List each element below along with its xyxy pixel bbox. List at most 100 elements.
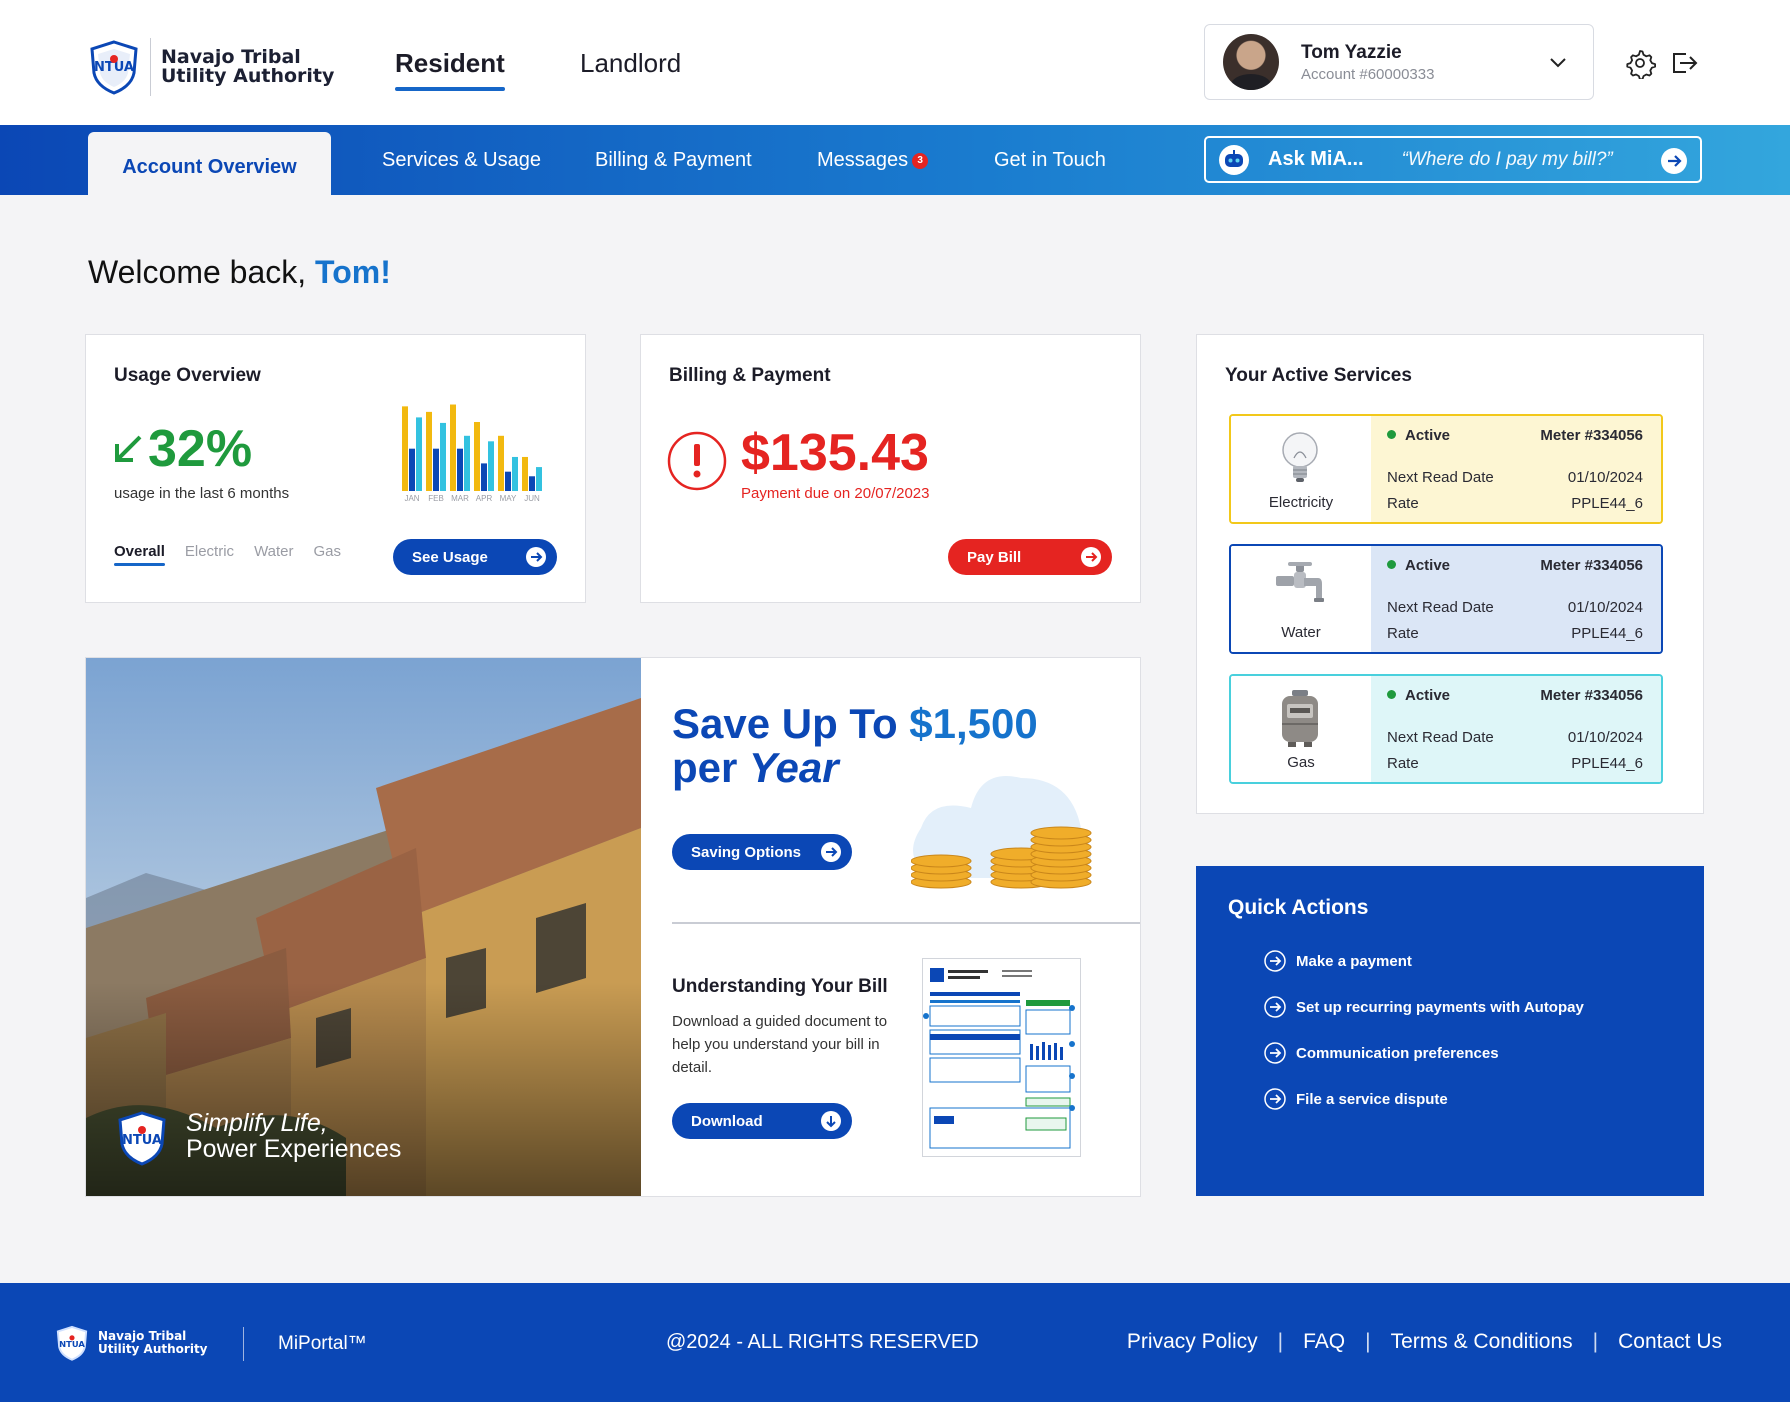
tab-account-overview[interactable]: Account Overview: [88, 132, 331, 195]
filter-overall[interactable]: Overall: [114, 543, 165, 566]
brand-name: Navajo Tribal Utility Authority: [161, 46, 335, 87]
tab-billing-payment[interactable]: Billing & Payment: [595, 149, 752, 172]
amount-due: $135.43: [741, 424, 929, 482]
understanding-bill-title: Understanding Your Bill: [672, 976, 888, 997]
arrow-down-icon: [821, 1111, 841, 1131]
link-faq[interactable]: FAQ: [1303, 1330, 1345, 1354]
usage-bar-apr-1: [481, 463, 487, 491]
tab-services-usage[interactable]: Services & Usage: [382, 149, 541, 172]
meter-number: Meter #334056: [1540, 687, 1643, 704]
usage-bar-jan-0: [402, 406, 408, 491]
ask-mia-placeholder[interactable]: “Where do I pay my bill?”: [1402, 149, 1613, 171]
usage-filter-tabs: Overall Electric Water Gas: [114, 543, 342, 566]
arrow-right-icon: [1081, 547, 1101, 567]
logout-icon[interactable]: [1668, 47, 1700, 79]
service-water[interactable]: Water Active Meter #334056 Next Read Dat…: [1229, 544, 1663, 654]
read-date-value: 01/10/2024: [1567, 469, 1643, 486]
status-badge: Active: [1387, 427, 1450, 444]
see-usage-button[interactable]: See Usage: [393, 539, 557, 575]
bill-document-thumbnail[interactable]: [922, 958, 1081, 1157]
billing-card: Billing & Payment $135.43 Payment due on…: [640, 334, 1141, 603]
usage-month-label: MAR: [451, 494, 469, 503]
download-button[interactable]: Download: [672, 1103, 852, 1139]
rate-value: PPLE44_6: [1571, 755, 1643, 772]
ntua-logo: NTUA: [56, 1325, 88, 1361]
due-date: Payment due on 20/07/2023: [741, 485, 930, 502]
divider: [672, 922, 1140, 924]
pay-bill-button[interactable]: Pay Bill: [948, 539, 1112, 575]
usage-bar-jun-0: [522, 456, 528, 491]
savings-promo-card: NTUA Simplify Life, Power Experiences Sa…: [85, 657, 1141, 1197]
read-date-value: 01/10/2024: [1567, 729, 1643, 746]
promo-content: Save Up To $1,500 per Year Saving Option…: [641, 658, 1140, 1196]
chevron-down-icon[interactable]: [1549, 53, 1567, 71]
footer: NTUA Navajo Tribal Utility Authority MiP…: [0, 1283, 1790, 1402]
saving-options-button[interactable]: Saving Options: [672, 834, 852, 870]
arrow-down-left-icon: [115, 435, 142, 462]
copyright: @2024 - ALL RIGHTS RESERVED: [666, 1331, 979, 1353]
rate-label: Rate: [1387, 495, 1419, 512]
rate-value: PPLE44_6: [1571, 625, 1643, 642]
role-tab-landlord[interactable]: Landlord: [580, 48, 681, 79]
understanding-bill-desc: Download a guided document to help you u…: [672, 1013, 888, 1076]
meter-number: Meter #334056: [1540, 427, 1643, 444]
quick-action-make-payment[interactable]: Make a payment: [1264, 950, 1412, 972]
neighborhood-photo: NTUA Simplify Life, Power Experiences: [86, 658, 641, 1196]
usage-bar-jun-1: [529, 476, 535, 491]
brand-divider: [150, 38, 151, 96]
top-header: NTUA Navajo Tribal Utility Authority Res…: [0, 0, 1790, 125]
link-terms[interactable]: Terms & Conditions: [1391, 1330, 1573, 1354]
usage-bar-may-2: [512, 456, 518, 491]
usage-month-label: JAN: [404, 494, 419, 503]
rate-label: Rate: [1387, 755, 1419, 772]
services-title: Your Active Services: [1225, 365, 1412, 386]
ask-mia-search[interactable]: Ask MiA... “Where do I pay my bill?”: [1204, 136, 1702, 183]
rate-value: PPLE44_6: [1571, 495, 1643, 512]
tab-get-in-touch[interactable]: Get in Touch: [994, 149, 1106, 172]
ntua-logo: NTUA: [118, 1111, 166, 1166]
arrow-right-icon: [526, 547, 546, 567]
alert-icon: [667, 431, 727, 491]
welcome-heading: Welcome back, Tom!: [88, 254, 391, 290]
usage-bar-mar-0: [450, 404, 456, 491]
filter-gas[interactable]: Gas: [314, 543, 342, 560]
coins-icon: [911, 826, 1092, 889]
footer-links: Privacy Policy | FAQ | Terms & Condition…: [1127, 1330, 1722, 1354]
account-number: Account #60000333: [1301, 65, 1435, 83]
usage-bar-jan-2: [416, 417, 422, 491]
footer-brand[interactable]: NTUA Navajo Tribal Utility Authority: [54, 1325, 208, 1361]
usage-bar-mar-1: [457, 448, 463, 491]
status-badge: Active: [1387, 557, 1450, 574]
service-gas[interactable]: Gas Active Meter #334056 Next Read Date …: [1229, 674, 1663, 784]
filter-water[interactable]: Water: [254, 543, 293, 560]
usage-bar-may-1: [505, 471, 511, 491]
brand[interactable]: NTUA Navajo Tribal Utility Authority: [86, 38, 334, 96]
miportal-logo[interactable]: MiPortal™: [278, 1333, 367, 1355]
quick-action-dispute[interactable]: File a service dispute: [1264, 1088, 1448, 1110]
service-electricity[interactable]: Electricity Active Meter #334056 Next Re…: [1229, 414, 1663, 524]
usage-bar-apr-2: [488, 441, 494, 491]
arrow-right-circle-icon: [1264, 1088, 1286, 1110]
filter-electric[interactable]: Electric: [185, 543, 234, 560]
tab-messages-label: Messages: [817, 149, 909, 171]
link-privacy-policy[interactable]: Privacy Policy: [1127, 1330, 1258, 1354]
usage-bar-jun-2: [536, 467, 542, 491]
quick-action-autopay[interactable]: Set up recurring payments with Autopay: [1264, 996, 1584, 1018]
user-menu[interactable]: Tom Yazzie Account #60000333: [1204, 24, 1594, 100]
arrow-right-icon[interactable]: [1660, 147, 1688, 175]
quick-action-communication[interactable]: Communication preferences: [1264, 1042, 1499, 1064]
gear-icon[interactable]: [1624, 47, 1656, 79]
ask-mia-label: Ask MiA...: [1268, 148, 1364, 170]
usage-bar-mar-2: [464, 435, 470, 491]
quick-actions-panel: Quick Actions Make a payment Set up recu…: [1196, 866, 1704, 1196]
arrow-right-icon: [821, 842, 841, 862]
chatbot-icon: [1219, 144, 1249, 175]
arrow-right-circle-icon: [1264, 950, 1286, 972]
usage-overview-card: Usage Overview 32% usage in the last 6 m…: [85, 334, 586, 603]
tab-messages[interactable]: Messages 3: [817, 149, 929, 172]
role-tab-resident[interactable]: Resident: [395, 48, 505, 91]
usage-bar-jan-1: [409, 448, 415, 491]
service-name: Electricity: [1268, 494, 1334, 511]
separator: |: [1592, 1330, 1599, 1353]
link-contact-us[interactable]: Contact Us: [1618, 1330, 1722, 1354]
